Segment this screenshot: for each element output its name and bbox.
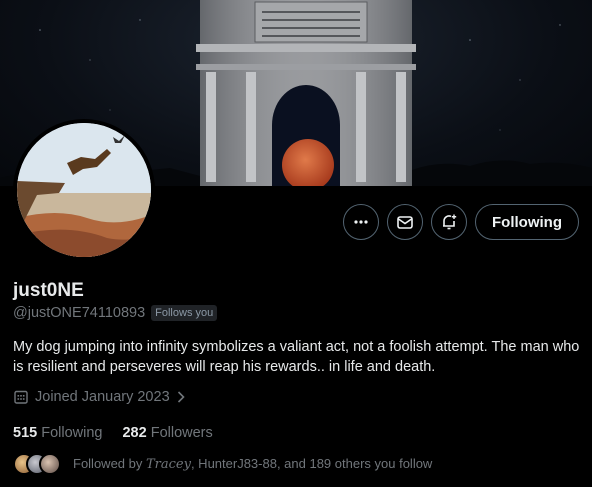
display-name: just0NE [13,280,84,301]
followed-by-name: Tracey [145,457,191,472]
following-button[interactable]: Following [475,204,579,240]
user-handle: @justONE74110893 [13,305,146,321]
chevron-right-icon [177,391,185,403]
avatar-dog-cliff-image [17,123,151,257]
followed-by-rest: , HunterJ83-88, and 189 others you follo… [190,456,433,471]
followed-by-text: Followed by Tracey, HunterJ83-88, and 18… [73,456,432,472]
followed-by-row[interactable]: Followed by Tracey, HunterJ83-88, and 18… [13,453,432,475]
joined-date-link[interactable]: Joined January 2023 [13,389,186,405]
handle-row: @justONE74110893 Follows you [13,305,218,321]
more-button[interactable] [343,204,379,240]
follower-avatar [39,453,61,475]
followed-by-prefix: Followed by [73,456,146,471]
following-label: Following [41,425,103,441]
profile-avatar[interactable] [13,119,155,261]
followed-by-avatars [13,453,61,475]
more-icon [354,220,368,224]
follow-stats: 515 Following 282 Followers [13,425,213,441]
followers-label: Followers [150,425,213,441]
follows-you-badge: Follows you [151,305,218,321]
bell-plus-icon [443,214,457,230]
calendar-icon [14,390,28,404]
profile-bio: My dog jumping into infinity symbolizes … [13,339,580,375]
message-button[interactable] [387,204,423,240]
notifications-button[interactable] [431,204,467,240]
following-count: 515 [13,425,38,441]
followers-stat[interactable]: 282 Followers [122,425,212,441]
following-stat[interactable]: 515 Following [13,425,102,441]
envelope-icon [397,216,413,229]
followers-count: 282 [122,425,147,441]
joined-text: Joined January 2023 [35,389,170,405]
